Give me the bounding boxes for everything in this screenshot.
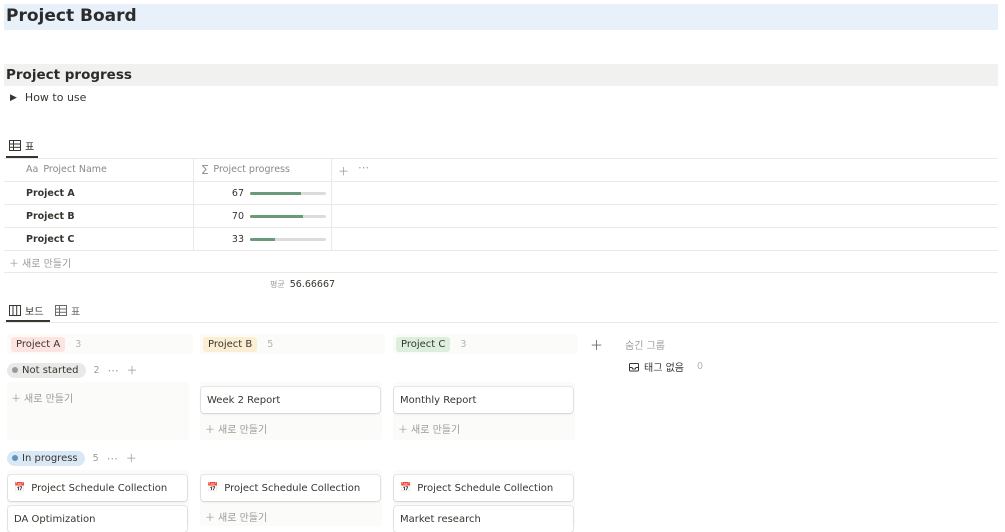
group-tag: Project B: [203, 336, 258, 352]
progress-bar-fill: [250, 215, 304, 218]
calendar-icon: 📅: [400, 483, 412, 493]
progress-bar: [250, 215, 326, 218]
table-row[interactable]: [4, 205, 998, 227]
board-card[interactable]: 📅 Project Schedule Collection: [394, 475, 573, 501]
plus-icon: ＋: [205, 425, 215, 436]
divider: [4, 322, 998, 323]
toggle-label: How to use: [24, 91, 87, 104]
average-label: 평균: [270, 280, 285, 289]
progress-bar-fill: [250, 192, 301, 195]
inbox-icon: [629, 362, 639, 371]
status-dot-icon: [12, 367, 18, 373]
tab-table-label: 표: [25, 142, 35, 153]
board-card[interactable]: 📅 Project Schedule Collection: [201, 475, 380, 501]
hidden-groups-label: 숨긴 그룹: [625, 341, 665, 352]
average-value: 56.66667: [289, 279, 336, 290]
board-card[interactable]: Week 2 Report: [201, 387, 380, 413]
subgroup-not-started[interactable]: Not started 2 ⋯ ＋: [7, 362, 138, 378]
section-title: Project progress: [6, 67, 132, 83]
add-group-icon[interactable]: ＋: [590, 335, 603, 354]
triangle-right-icon[interactable]: ▶: [10, 93, 17, 103]
progress-bar: [250, 192, 326, 195]
board-card[interactable]: Market research: [394, 506, 573, 532]
how-to-use-toggle[interactable]: ▶ How to use: [10, 91, 86, 104]
table-icon: [55, 305, 67, 316]
tab-board-view[interactable]: 보드: [9, 303, 43, 318]
page-title-bar: [4, 4, 998, 30]
more-options-icon[interactable]: ⋯: [108, 364, 119, 377]
calendar-icon: 📅: [207, 483, 219, 493]
group-tag: Project C: [396, 336, 451, 352]
group-count: 3: [75, 338, 82, 350]
text-property-icon: Aa: [26, 164, 39, 175]
board-icon: [9, 305, 21, 316]
board-group-project-c[interactable]: Project C 3: [393, 334, 578, 354]
subgroup-in-progress[interactable]: In progress 5 ⋯ ＋: [7, 450, 137, 466]
new-row-button[interactable]: ＋ 새로 만들기: [9, 255, 71, 270]
group-count: 3: [460, 338, 467, 350]
table-icon: [9, 140, 21, 151]
subgroup-count: 2: [93, 364, 100, 376]
group-count: 5: [267, 338, 274, 350]
row-divider: [4, 272, 998, 273]
board-group-project-a[interactable]: Project A 3: [7, 334, 193, 354]
status-badge: In progress: [7, 450, 85, 466]
calendar-icon: 📅: [14, 483, 26, 493]
board-card[interactable]: 📅 Project Schedule Collection: [8, 475, 187, 501]
formula-icon: ∑: [202, 164, 209, 175]
new-card-button[interactable]: ＋ 새로 만들기: [205, 509, 267, 524]
tab-board-label: 보드: [25, 307, 44, 318]
progress-value: 67: [231, 188, 244, 199]
new-card-button[interactable]: ＋ 새로 만들기: [398, 421, 460, 436]
more-options-icon[interactable]: ⋯: [358, 161, 369, 174]
hidden-group-no-tag[interactable]: 태그 없음 0: [629, 359, 703, 374]
plus-icon: ＋: [11, 394, 21, 405]
column-header-project-name[interactable]: Aa Project Name: [26, 164, 107, 175]
column-header-project-progress[interactable]: ∑ Project progress: [202, 164, 290, 175]
tab-table-label: 표: [71, 307, 81, 318]
new-card-button[interactable]: ＋ 새로 만들기: [11, 390, 73, 405]
table-row[interactable]: [4, 182, 998, 204]
tab-table-view[interactable]: 표: [9, 138, 34, 153]
board-card[interactable]: DA Optimization: [8, 506, 187, 532]
section-header-bar: [4, 64, 998, 86]
row-divider: [4, 250, 998, 251]
add-icon[interactable]: ＋: [126, 450, 137, 466]
page-title: Project Board: [6, 6, 137, 26]
project-name-cell[interactable]: Project B: [26, 211, 75, 222]
new-card-button[interactable]: ＋ 새로 만들기: [205, 421, 267, 436]
plus-icon: ＋: [398, 425, 408, 436]
divider: [4, 158, 998, 159]
add-icon[interactable]: ＋: [127, 362, 138, 378]
status-dot-icon: [12, 455, 18, 461]
group-tag: Project A: [11, 336, 66, 352]
progress-value: 33: [231, 234, 244, 245]
progress-bar-fill: [250, 238, 276, 241]
more-options-icon[interactable]: ⋯: [107, 452, 118, 465]
board-card[interactable]: Monthly Report: [394, 387, 573, 413]
table-row[interactable]: [4, 228, 998, 250]
plus-icon: ＋: [205, 513, 215, 524]
plus-icon: ＋: [9, 259, 19, 270]
progress-value: 70: [231, 211, 244, 222]
tab-table-view-2[interactable]: 표: [55, 303, 80, 318]
status-badge: Not started: [7, 362, 86, 378]
project-name-cell[interactable]: Project C: [26, 234, 74, 245]
project-name-cell[interactable]: Project A: [26, 188, 75, 199]
progress-bar: [250, 238, 326, 241]
average-calculation[interactable]: 평균 56.66667: [270, 279, 335, 290]
board-group-project-b[interactable]: Project B 5: [200, 334, 385, 354]
subgroup-count: 5: [92, 452, 99, 464]
add-property-icon[interactable]: ＋: [338, 163, 349, 179]
